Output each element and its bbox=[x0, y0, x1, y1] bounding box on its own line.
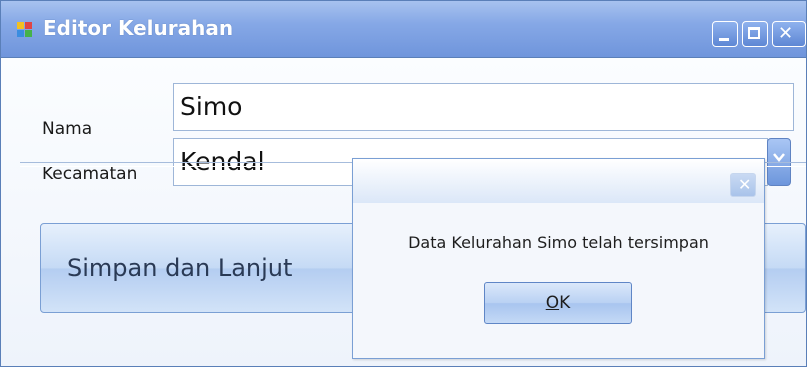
minimize-button[interactable] bbox=[712, 21, 738, 47]
editor-kelurahan-window: Editor Kelurahan ✕ Nama Simo Kecamatan K… bbox=[0, 0, 807, 367]
title-bar[interactable]: Editor Kelurahan ✕ bbox=[1, 1, 806, 58]
close-button[interactable]: ✕ bbox=[772, 21, 806, 47]
ok-label-rest: K bbox=[559, 293, 571, 313]
close-icon: ✕ bbox=[778, 23, 794, 44]
message-box: ✕ Data Kelurahan Simo telah tersimpan OK bbox=[352, 158, 765, 359]
maximize-button[interactable] bbox=[742, 21, 768, 47]
nama-label: Nama bbox=[42, 119, 93, 139]
minimize-icon bbox=[719, 38, 729, 41]
kecamatan-label: Kecamatan bbox=[42, 164, 138, 184]
message-text: Data Kelurahan Simo telah tersimpan bbox=[408, 233, 709, 252]
close-icon: ✕ bbox=[738, 175, 752, 194]
window-title: Editor Kelurahan bbox=[43, 16, 234, 40]
maximize-icon bbox=[748, 27, 760, 39]
app-window-icon bbox=[17, 22, 33, 38]
ok-button[interactable]: OK bbox=[484, 282, 632, 324]
ok-accelerator: O bbox=[545, 293, 560, 313]
message-box-close-button[interactable]: ✕ bbox=[730, 173, 756, 197]
nama-input[interactable]: Simo bbox=[173, 83, 794, 131]
message-box-title-bar[interactable]: ✕ bbox=[353, 159, 764, 203]
chevron-down-icon bbox=[773, 153, 785, 162]
